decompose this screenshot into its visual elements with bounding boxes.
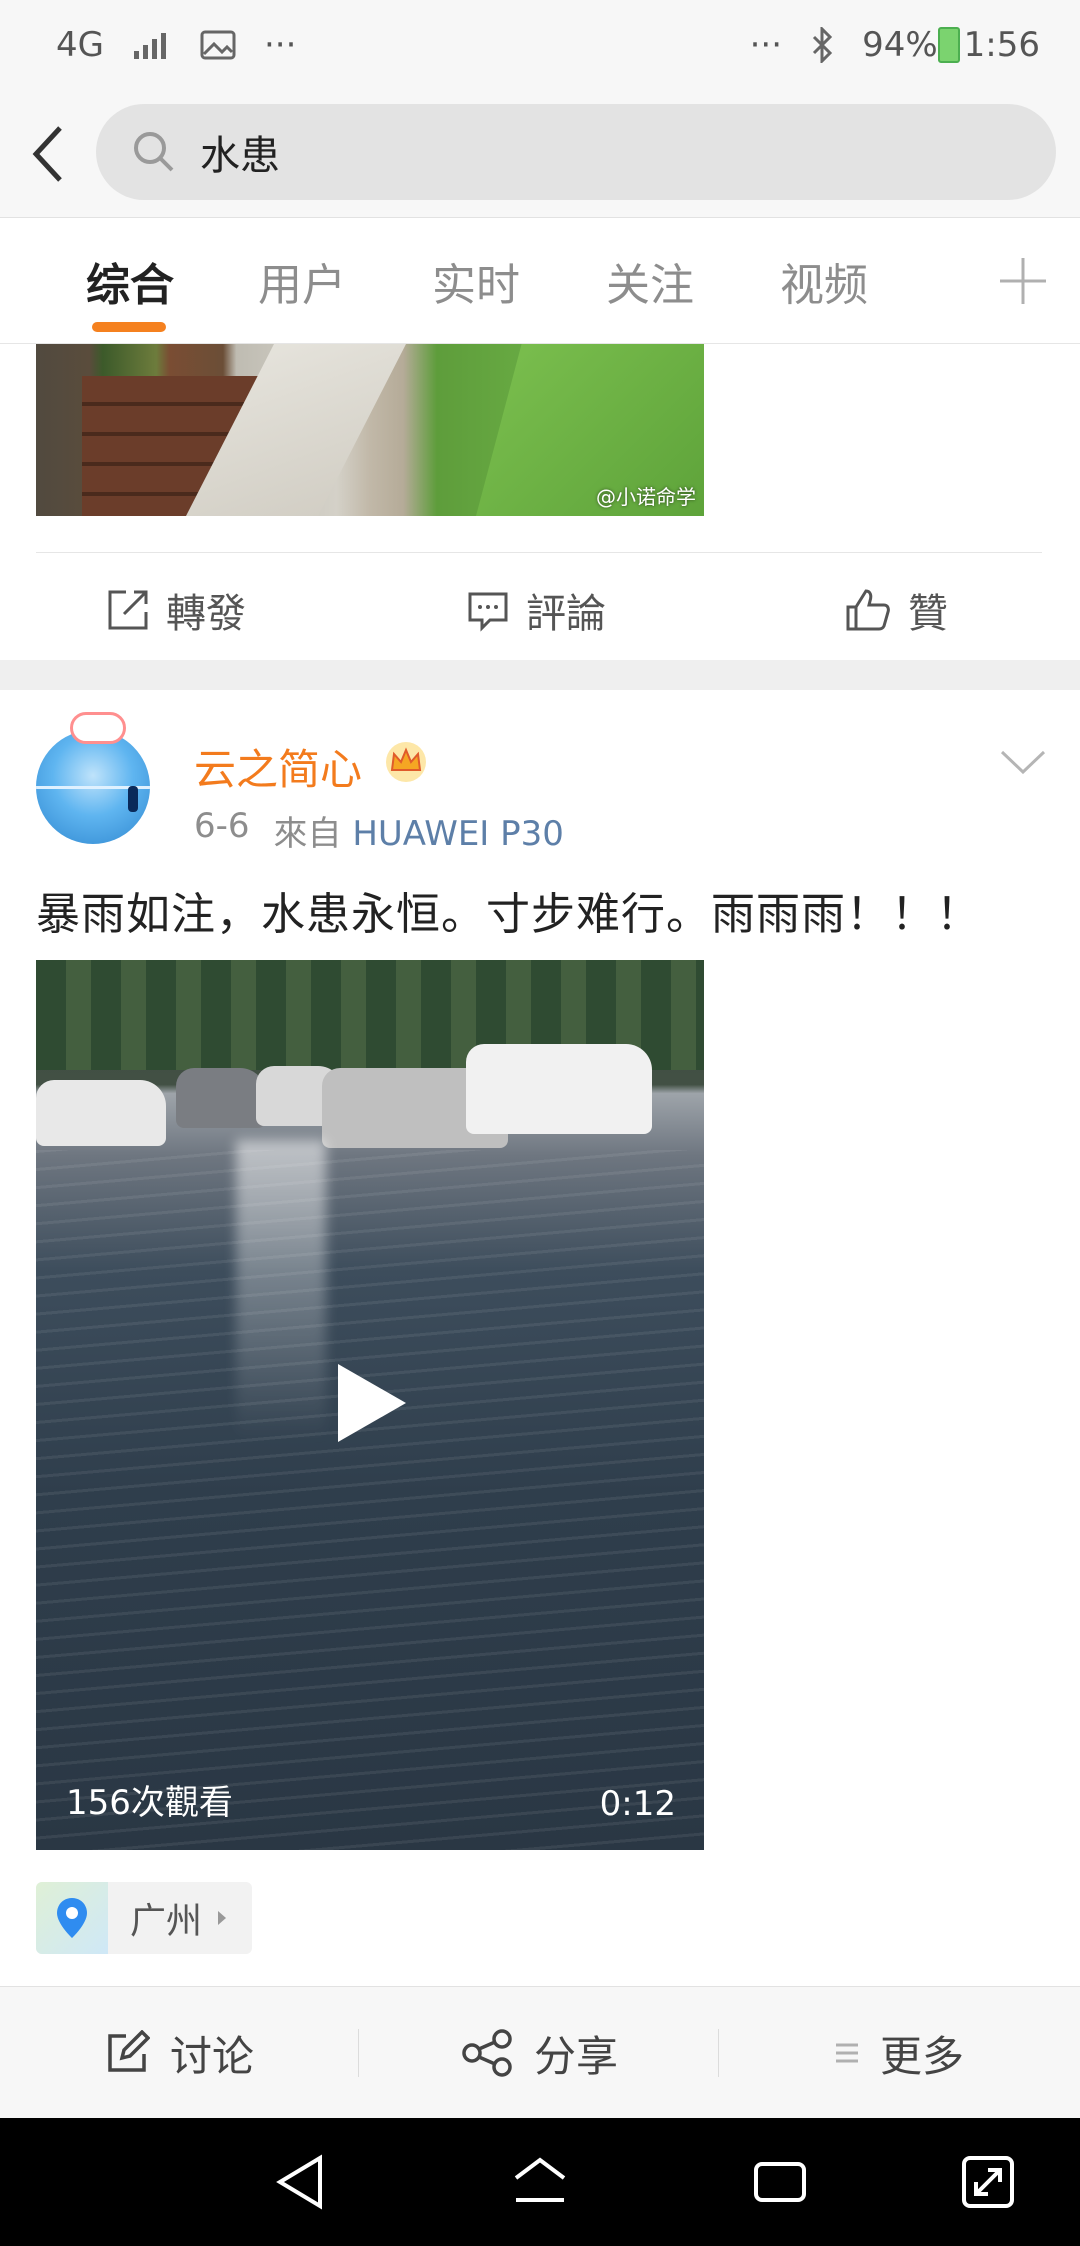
repost-button[interactable]: 轉發 [106, 560, 246, 660]
nav-recents-icon[interactable] [750, 2152, 810, 2212]
comment-button[interactable]: 評論 [466, 560, 606, 660]
nav-back-icon[interactable] [270, 2152, 330, 2212]
location-city: 广州 [130, 1901, 203, 1942]
post-actions: 轉發 評論 贊 [0, 560, 1080, 660]
system-navigation-bar [0, 2118, 1080, 2246]
like-label: 贊 [908, 591, 948, 637]
more-label: 更多 [880, 2031, 965, 2081]
bar-separator [358, 2029, 359, 2077]
search-query: 水患 [200, 133, 280, 179]
more-notifications-icon: ··· [263, 25, 297, 65]
active-tab-indicator [92, 322, 166, 332]
network-label: 4G [56, 25, 104, 65]
tab-realtime[interactable]: 实时 [432, 218, 520, 344]
location-pin-icon [57, 1898, 87, 1938]
menu-lines-icon [836, 2043, 858, 2063]
post-date: 6-6 [194, 806, 250, 846]
comment-icon [468, 592, 508, 632]
video-duration: 0:12 [599, 1784, 676, 1824]
back-button[interactable] [0, 90, 96, 218]
avatar[interactable] [36, 730, 150, 844]
repost-icon [108, 590, 148, 630]
nav-home-icon[interactable] [510, 2152, 570, 2212]
tab-users[interactable]: 用户 [258, 218, 346, 344]
video-views: 156次觀看 [66, 1783, 233, 1823]
post-separator [0, 660, 1080, 690]
repost-label: 轉發 [166, 591, 246, 637]
post-source-group: 來自 HUAWEI P30 [274, 806, 564, 855]
bar-separator [718, 2029, 719, 2077]
more-dots-icon: ··· [749, 25, 783, 65]
share-label: 分享 [534, 2031, 619, 2081]
thumbs-up-icon [846, 589, 890, 631]
status-bar: 4G ··· ··· 94% 1:56 [0, 0, 1080, 90]
comment-label: 評論 [526, 591, 606, 637]
status-right: ··· 94% 1:56 [750, 25, 1040, 65]
chevron-down-icon[interactable] [996, 742, 1050, 782]
avatar-decoration [70, 712, 126, 744]
nav-expand-icon[interactable] [958, 2152, 1018, 2212]
search-icon [134, 132, 174, 172]
video-car-2 [176, 1068, 266, 1128]
post-text: 暴雨如注，水患永恒。寸步难行。雨雨雨！！！ [36, 889, 981, 940]
video-car-1 [36, 1080, 166, 1146]
bottom-action-bar: 讨论 分享 更多 [0, 1986, 1080, 2118]
clock: 1:56 [963, 25, 1040, 65]
location-chip[interactable]: 广州 [36, 1882, 252, 1954]
edit-icon [108, 2030, 150, 2072]
image-watermark: @小诺命学 [596, 485, 696, 509]
battery-icon [937, 27, 960, 63]
divider [36, 552, 1042, 553]
battery-group: 94% 1:56 [862, 25, 1040, 65]
source-prefix: 來自 [273, 814, 342, 854]
tab-video[interactable]: 视频 [780, 218, 868, 344]
tab-following[interactable]: 关注 [606, 218, 694, 344]
play-icon[interactable] [334, 1360, 410, 1446]
post-meta: 6-6 來自 HUAWEI P30 [194, 806, 564, 855]
username[interactable]: 云之简心 [194, 736, 362, 797]
more-button[interactable]: 更多 [834, 1987, 964, 2119]
share-icon [462, 2029, 512, 2077]
video-car-5 [466, 1044, 652, 1134]
add-tab-icon[interactable] [986, 244, 1060, 318]
back-arrow-icon [32, 125, 62, 182]
caret-right-icon [218, 1911, 227, 1925]
post-source[interactable]: HUAWEI P30 [352, 814, 564, 854]
map-icon [36, 1882, 108, 1954]
post-image[interactable]: @小诺命学 [36, 344, 704, 516]
image-icon [200, 30, 236, 60]
discuss-label: 讨论 [170, 2031, 255, 2081]
signal-icon [132, 29, 172, 61]
video-water [36, 1150, 704, 1850]
search-header: 水患 [0, 90, 1080, 218]
battery-percent: 94% [862, 25, 938, 65]
status-left: 4G ··· [56, 25, 296, 65]
share-button[interactable]: 分享 [462, 1987, 618, 2119]
video-reflection [236, 1140, 326, 1440]
like-button[interactable]: 贊 [844, 560, 948, 660]
search-input[interactable]: 水患 [96, 104, 1056, 200]
bluetooth-icon [810, 27, 834, 63]
discuss-button[interactable]: 讨论 [104, 1987, 254, 2119]
video-player[interactable]: 156次觀看 0:12 [36, 960, 704, 1850]
vip-crown-icon [386, 742, 426, 782]
avatar-figure [128, 786, 138, 812]
tab-bar: 综合 用户 实时 关注 视频 [0, 218, 1080, 344]
